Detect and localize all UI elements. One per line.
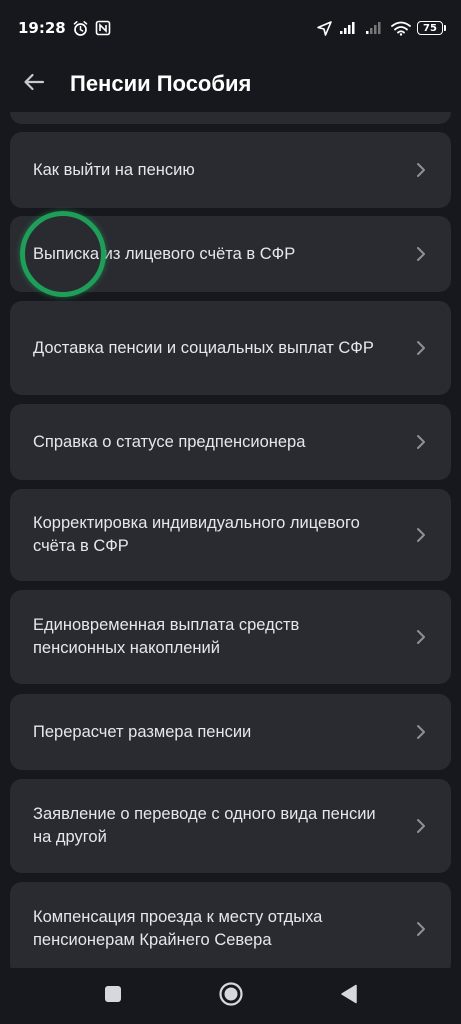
- chevron-right-icon: [415, 246, 427, 262]
- chevron-right-icon: [415, 818, 427, 834]
- list-item-how-to-retire[interactable]: Как выйти на пенсию: [10, 132, 451, 208]
- nav-back-button[interactable]: [329, 976, 369, 1016]
- home-button[interactable]: [211, 976, 251, 1016]
- list-item-pension-type-transfer[interactable]: Заявление о переводе с одного вида пенси…: [10, 779, 451, 873]
- chevron-right-icon: [415, 629, 427, 645]
- list-item-pension-delivery[interactable]: Доставка пенсии и социальных выплат СФР: [10, 301, 451, 395]
- previous-card-edge: [10, 112, 451, 124]
- arrow-left-icon: [23, 73, 45, 95]
- list-item-label: Заявление о переводе с одного вида пенси…: [33, 805, 376, 846]
- status-right: 75: [316, 20, 446, 37]
- circle-icon: [218, 981, 244, 1011]
- list-item-label: Компенсация проезда к месту отдыха пенси…: [33, 908, 323, 949]
- list-item-label: Перерасчет размера пенсии: [33, 722, 252, 741]
- triangle-icon: [340, 984, 358, 1008]
- chevron-right-icon: [415, 921, 427, 937]
- list-item-pension-recalculation[interactable]: Перерасчет размера пенсии: [10, 694, 451, 770]
- list-item-label: Корректировка индивидуального лицевого с…: [33, 514, 360, 555]
- square-icon: [104, 985, 122, 1007]
- back-button[interactable]: [4, 56, 64, 112]
- app-bar: Пенсии Пособия: [0, 56, 461, 112]
- nfc-icon: [95, 20, 111, 36]
- chevron-right-icon: [415, 340, 427, 356]
- status-left: 19:28: [18, 19, 111, 37]
- list-item-account-statement[interactable]: Выписка из лицевого счёта в СФР: [10, 216, 451, 292]
- chevron-right-icon: [415, 527, 427, 543]
- status-time: 19:28: [18, 19, 66, 37]
- battery-icon: 75: [417, 21, 446, 35]
- chevron-right-icon: [415, 162, 427, 178]
- services-list: Как выйти на пенсию Выписка из лицевого …: [10, 112, 451, 968]
- screen: 19:28 75 Пенсии Пособия Как выйти на пен…: [0, 0, 461, 1024]
- list-item-label: Доставка пенсии и социальных выплат СФР: [33, 338, 374, 357]
- chevron-right-icon: [415, 724, 427, 740]
- location-icon: [316, 20, 333, 37]
- recent-apps-button[interactable]: [93, 976, 133, 1016]
- page-title: Пенсии Пособия: [70, 71, 252, 96]
- alarm-icon: [72, 20, 89, 37]
- chevron-right-icon: [415, 434, 427, 450]
- list-item-label: Справка о статусе предпенсионера: [33, 432, 306, 451]
- signal-icon: [339, 21, 359, 35]
- status-bar: 19:28 75: [0, 0, 461, 56]
- wifi-icon: [391, 21, 411, 36]
- system-nav-bar: [0, 968, 461, 1024]
- list-item-label: Как выйти на пенсию: [33, 160, 195, 179]
- list-item-travel-compensation[interactable]: Компенсация проезда к месту отдыха пенси…: [10, 882, 451, 968]
- list-item-account-correction[interactable]: Корректировка индивидуального лицевого с…: [10, 489, 451, 581]
- signal-weak-icon: [365, 21, 385, 35]
- list-item-label: Единовременная выплата средств пенсионны…: [33, 616, 300, 657]
- list-item-lump-sum-payment[interactable]: Единовременная выплата средств пенсионны…: [10, 590, 451, 684]
- list-item-label: Выписка из лицевого счёта в СФР: [33, 244, 296, 263]
- list-item-pre-pensioner-certificate[interactable]: Справка о статусе предпенсионера: [10, 404, 451, 480]
